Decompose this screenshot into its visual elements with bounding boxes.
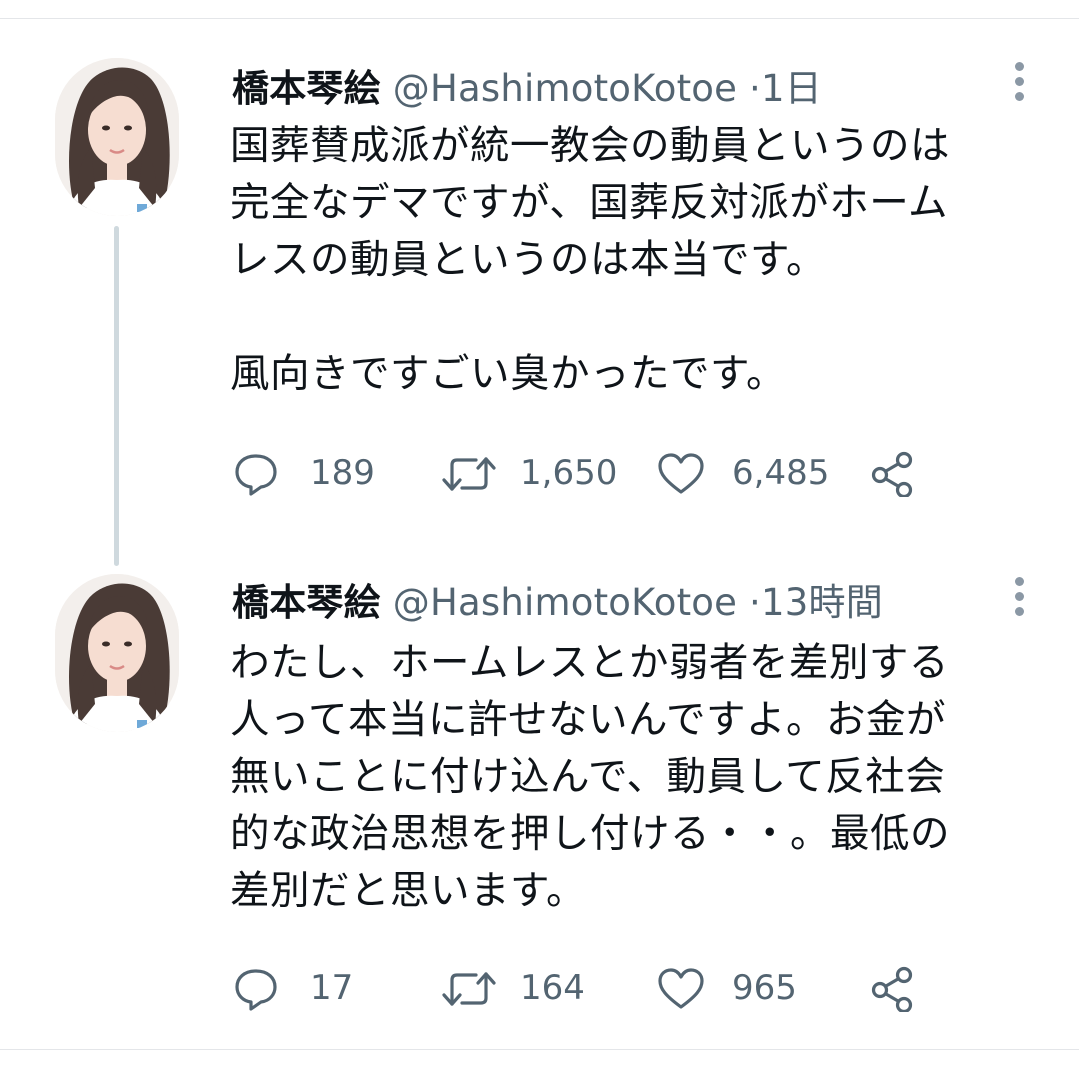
tweet-actions: 189 1,650 6,485 <box>232 449 932 499</box>
author-handle[interactable]: @HashimotoKotoe <box>393 67 737 110</box>
author-handle[interactable]: @HashimotoKotoe <box>393 581 737 624</box>
retweet-icon <box>442 457 496 491</box>
reply-count: 17 <box>310 968 354 1008</box>
bottom-divider <box>0 1049 1079 1050</box>
tweet-header: 橋本琴絵 @HashimotoKotoe ·1日 <box>232 64 822 114</box>
like-count: 965 <box>732 968 797 1008</box>
tweet-actions: 17 164 965 <box>232 964 932 1014</box>
timestamp[interactable]: 1日 <box>761 67 822 110</box>
tweet-text: わたし、ホームレスとか弱者を差別する 人って本当に許せないんですよ。お金が 無い… <box>230 640 950 914</box>
heart-icon <box>658 968 704 1009</box>
avatar[interactable] <box>55 574 179 732</box>
avatar-portrait-image <box>55 58 179 216</box>
top-divider <box>0 18 1079 19</box>
reply-icon <box>235 969 277 1011</box>
more-vertical-icon[interactable] <box>1009 575 1029 619</box>
tweet-text: 国葬賛成派が統一教会の動員というのは 完全なデマですが、国葬反対派がホーム レス… <box>230 123 950 397</box>
share-icon <box>871 966 913 1012</box>
more-vertical-icon[interactable] <box>1009 60 1029 104</box>
timestamp[interactable]: 13時間 <box>761 581 883 624</box>
author-name[interactable]: 橋本琴絵 <box>232 67 381 110</box>
separator-dot: · <box>749 581 762 624</box>
heart-icon <box>658 453 704 494</box>
retweet-count: 164 <box>520 968 585 1008</box>
avatar-portrait-image <box>55 574 179 732</box>
like-count: 6,485 <box>732 453 830 493</box>
reply-icon <box>235 454 277 496</box>
avatar[interactable] <box>55 58 179 216</box>
thread-connector-line <box>114 226 119 566</box>
retweet-icon <box>442 972 496 1006</box>
tweet-header: 橋本琴絵 @HashimotoKotoe ·13時間 <box>232 578 883 628</box>
reply-count: 189 <box>310 453 375 493</box>
share-icon <box>871 451 913 497</box>
separator-dot: · <box>749 67 762 110</box>
retweet-count: 1,650 <box>520 453 618 493</box>
author-name[interactable]: 橋本琴絵 <box>232 581 381 624</box>
